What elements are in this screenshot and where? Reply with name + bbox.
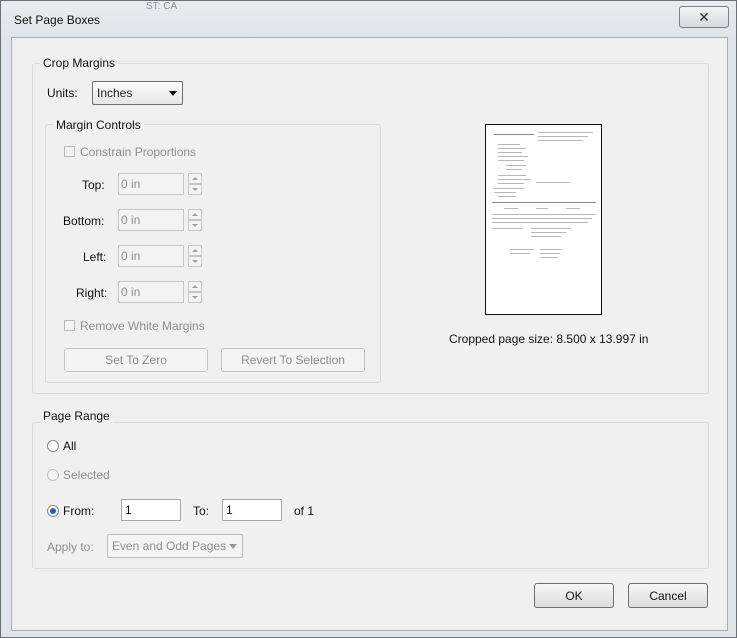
close-button[interactable]: ✕ [679,6,729,28]
spin-up-icon[interactable] [188,245,202,256]
bottom-margin-stepper[interactable] [188,209,202,231]
left-margin-stepper[interactable] [188,245,202,267]
page-range-all-label: All [63,439,77,453]
page-range-label: Page Range [40,409,113,423]
top-margin-stepper[interactable] [188,173,202,195]
set-to-zero-button[interactable]: Set To Zero [64,348,208,372]
page-range-selected-radio[interactable] [47,469,59,481]
close-icon: ✕ [698,9,710,25]
right-margin-input[interactable] [118,281,184,303]
right-label: Right: [76,286,108,300]
top-label: Top: [82,178,105,192]
crop-margins-label: Crop Margins [40,56,119,70]
spin-up-icon[interactable] [188,281,202,292]
from-label: From: [63,504,95,518]
right-margin-stepper[interactable] [188,281,202,303]
apply-to-value: Even and Odd Pages [112,539,227,553]
revert-to-selection-button[interactable]: Revert To Selection [221,348,365,372]
spin-down-icon[interactable] [188,256,202,267]
left-margin-input[interactable] [118,245,184,267]
page-range-selected-label: Selected [63,468,110,482]
page-count-label: of 1 [294,504,315,518]
page-range-all-radio[interactable] [47,440,59,452]
constrain-proportions-label: Constrain Proportions [80,145,197,159]
dialog-window: ST: CA Set Page Boxes ✕ Crop Margins Uni… [0,0,737,638]
cropped-page-size-text: Cropped page size: 8.500 x 13.997 in [449,332,649,346]
from-page-input[interactable] [121,499,181,521]
top-margin-input[interactable] [118,173,184,195]
units-dropdown[interactable]: Inches [92,81,183,105]
to-label: To: [193,504,210,518]
constrain-proportions-checkbox[interactable] [64,146,75,157]
dialog-title: Set Page Boxes [14,13,101,27]
dialog-content: Crop Margins Units: Inches Margin Contro… [11,37,728,631]
units-label: Units: [47,86,78,100]
page-preview-thumbnail [485,124,602,315]
cancel-button[interactable]: Cancel [628,583,708,608]
apply-to-dropdown[interactable]: Even and Odd Pages [107,534,243,558]
to-page-input[interactable] [222,499,282,521]
remove-white-margins-checkbox[interactable] [64,320,75,331]
bottom-margin-input[interactable] [118,209,184,231]
ok-button[interactable]: OK [534,583,614,608]
chevron-down-icon [169,91,177,96]
background-window-text: ST: CA [146,1,178,12]
spin-up-icon[interactable] [188,173,202,184]
chevron-down-icon [229,544,237,549]
spin-down-icon[interactable] [188,184,202,195]
bottom-label: Bottom: [63,214,105,228]
spin-up-icon[interactable] [188,209,202,220]
title-bar[interactable]: ST: CA Set Page Boxes ✕ [1,1,736,37]
apply-to-label: Apply to: [47,540,94,554]
remove-white-margins-label: Remove White Margins [80,319,205,333]
margin-controls-label: Margin Controls [53,118,144,132]
spin-down-icon[interactable] [188,220,202,231]
units-value: Inches [97,86,133,100]
page-range-from-radio[interactable] [47,505,59,517]
left-label: Left: [83,250,107,264]
spin-down-icon[interactable] [188,292,202,303]
